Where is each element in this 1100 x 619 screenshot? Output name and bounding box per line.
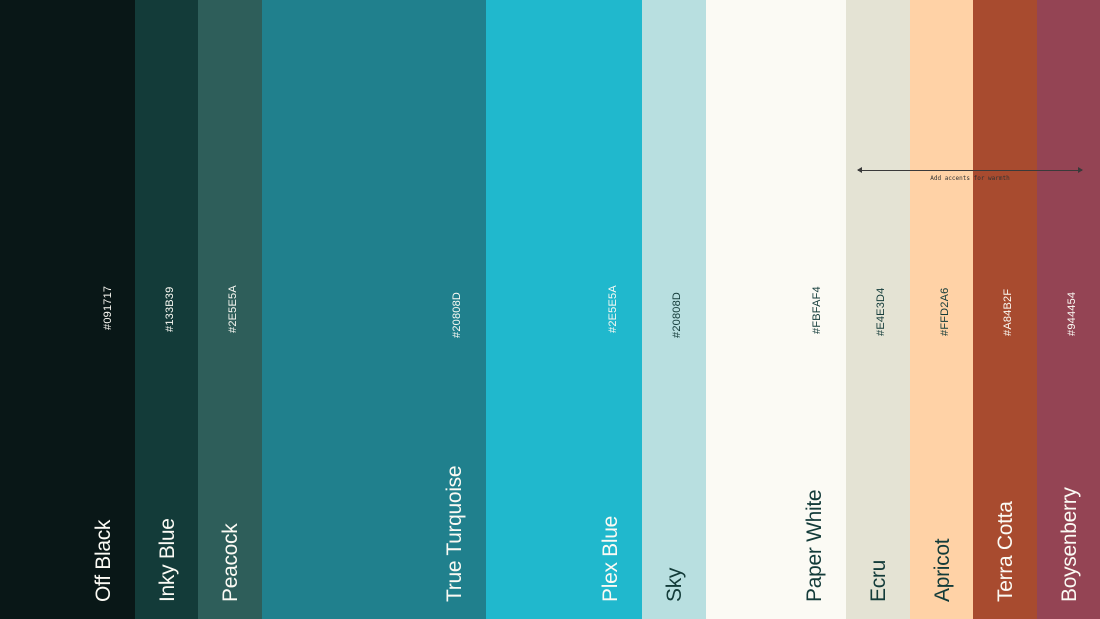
swatch-name: Terra Cotta — [994, 501, 1017, 602]
swatch-name: True Turquoise — [443, 465, 466, 602]
warmth-accent-annotation: Add accents for warmth — [857, 167, 1083, 182]
swatch-name: Sky — [663, 567, 686, 602]
swatch-hex: #FFD2A6 — [939, 287, 951, 336]
annotation-label: Add accents for warmth — [930, 175, 1010, 182]
swatch-name: Inky Blue — [156, 518, 179, 602]
swatch-inky-blue: #133B39 Inky Blue — [135, 0, 198, 619]
swatch-apricot: #FFD2A6 Apricot — [910, 0, 973, 619]
swatch-name: Boysenberry — [1058, 487, 1081, 602]
swatch-name: Peacock — [219, 523, 242, 602]
swatch-paper-white: #FBFAF4 Paper White — [706, 0, 846, 619]
swatch-boysenberry: #944454 Boysenberry — [1037, 0, 1100, 619]
swatch-name: Ecru — [867, 560, 890, 602]
color-palette: #091717 Off Black #133B39 Inky Blue #2E5E5… — [0, 0, 1100, 619]
swatch-name: Plex Blue — [599, 515, 622, 602]
swatch-sky: #20808D Sky — [642, 0, 706, 619]
arrow-right-icon — [1078, 167, 1083, 173]
swatch-hex: #FBFAF4 — [811, 286, 823, 334]
swatch-ecru: #E4E3D4 Ecru — [846, 0, 910, 619]
swatch-plex-blue: #2E5E5A Plex Blue — [486, 0, 642, 619]
swatch-hex: #091717 — [102, 285, 114, 330]
swatch-hex: #E4E3D4 — [875, 287, 887, 337]
swatch-hex: #2E5E5A — [227, 285, 239, 333]
swatch-terra-cotta: #A84B2F Terra Cotta — [973, 0, 1037, 619]
swatch-name: Apricot — [931, 538, 954, 602]
swatch-name: Paper White — [803, 489, 826, 602]
swatch-peacock: #2E5E5A Peacock — [198, 0, 262, 619]
swatch-hex: #944454 — [1066, 291, 1078, 336]
swatch-true-turquoise: #20808D True Turquoise — [262, 0, 486, 619]
swatch-hex: #133B39 — [164, 286, 176, 332]
swatch-off-black: #091717 Off Black — [0, 0, 135, 619]
swatch-hex: #20808D — [671, 291, 683, 338]
annotation-line — [858, 170, 1082, 171]
swatch-hex: #20808D — [451, 291, 463, 338]
swatch-hex: #A84B2F — [1002, 288, 1014, 336]
swatch-name: Off Black — [92, 519, 115, 602]
swatch-hex: #2E5E5A — [607, 285, 619, 333]
